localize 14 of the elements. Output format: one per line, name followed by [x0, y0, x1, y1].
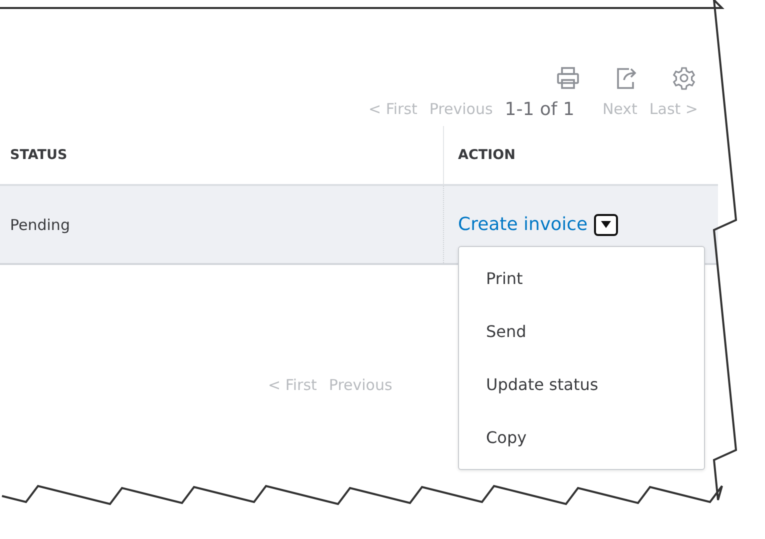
column-header[interactable]: STATUS	[0, 126, 443, 184]
status-text: Pending	[10, 216, 70, 234]
dropdown-button[interactable]	[594, 214, 618, 236]
printer-icon[interactable]	[556, 66, 580, 90]
page-range: 1-1 of 1	[504, 98, 574, 120]
settings-icon[interactable]	[672, 66, 696, 90]
export-icon[interactable]	[614, 66, 638, 90]
menu-item[interactable]: Print	[459, 252, 704, 305]
menu-item[interactable]: Copy	[459, 411, 704, 464]
menu-item[interactable]: Send	[459, 305, 704, 358]
create-invoice-link[interactable]: Create invoice	[458, 214, 588, 235]
menu-item[interactable]: Update status	[459, 358, 704, 411]
column-header[interactable]: ACTION	[443, 126, 718, 184]
caret-icon	[600, 221, 611, 228]
